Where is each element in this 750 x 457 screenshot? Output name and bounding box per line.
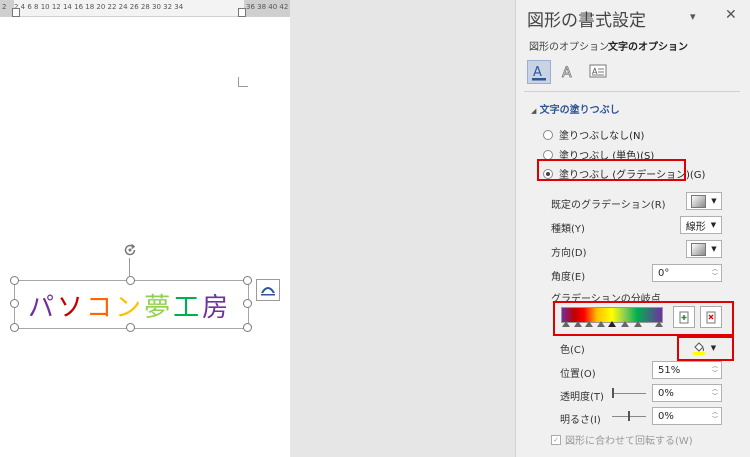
pane-options-chevron-icon[interactable]: ▾ (690, 10, 696, 23)
color-label: 色(C) (560, 345, 585, 356)
wordart-text[interactable]: パソコン夢工房 (28, 287, 231, 324)
preset-gradient-label: 既定のグラデーション(R) (551, 200, 666, 211)
checkbox-checked-disabled[interactable]: ✓ (551, 434, 561, 445)
wordart-char: コ (86, 293, 116, 323)
resize-handle-top-left[interactable] (10, 276, 19, 285)
resize-handle-bottom-left[interactable] (10, 323, 19, 332)
text-fill-outline-button[interactable]: A (527, 60, 551, 84)
close-icon[interactable]: ✕ (725, 7, 737, 23)
rotate-with-shape-label: 図形に合わせて回転する(W) (565, 436, 693, 447)
textbox-layout-icon: A (589, 64, 607, 78)
ruler-numbers: 2 4 6 8 10 12 14 16 18 20 22 24 26 28 30… (14, 3, 184, 11)
layout-properties-button[interactable]: A (587, 60, 609, 82)
direction-swatch-icon (691, 242, 707, 256)
ruler-numbers-right: 36 38 40 42 (246, 3, 289, 11)
spin-arrows-icon[interactable]: ︿ ﹀ (712, 386, 718, 400)
pane-title: 図形の書式設定 (527, 11, 646, 31)
highlight-box-color (677, 336, 734, 361)
resize-handle-left[interactable] (10, 299, 19, 308)
transparency-spinbox[interactable]: 0% ︿ ﹀ (652, 384, 722, 402)
collapse-triangle-icon: ◢ (531, 107, 537, 115)
gradient-type-dropdown[interactable]: 線形 ▼ (680, 216, 722, 234)
transparency-value: 0% (658, 387, 674, 399)
svg-text:A: A (562, 65, 572, 80)
section-title-label: 文字の塗りつぶし (539, 105, 620, 116)
spin-arrows-icon[interactable]: ︿ ﹀ (712, 409, 718, 423)
svg-text:A: A (533, 65, 542, 80)
chevron-down-icon: ▼ (710, 221, 717, 229)
document-background (290, 0, 514, 457)
type-label: 種類(Y) (551, 224, 585, 235)
angle-spinbox[interactable]: 0° ︿ ﹀ (652, 264, 722, 282)
wordart-char: ン (115, 293, 145, 323)
position-spinbox[interactable]: 51% ︿ ﹀ (652, 361, 722, 379)
tab-text-options[interactable]: 文字のオプション (608, 38, 688, 53)
layout-options-button[interactable] (256, 279, 280, 301)
transparency-label: 透明度(T) (560, 392, 604, 403)
radio-button[interactable] (543, 149, 553, 160)
highlight-box-gradient-stops (553, 301, 734, 336)
brightness-slider-thumb[interactable] (628, 411, 630, 421)
brightness-value: 0% (658, 410, 674, 422)
rotate-with-shape-checkbox[interactable]: ✓ 図形に合わせて回転する(W) (551, 432, 693, 447)
brightness-label: 明るさ(I) (560, 415, 601, 426)
ruler-indent-marker[interactable] (12, 8, 20, 17)
spin-arrows-icon[interactable]: ︿ ﹀ (712, 266, 718, 280)
ruler-right-indent-marker[interactable] (238, 8, 246, 17)
rotate-handle-icon[interactable] (122, 242, 138, 258)
transparency-slider-thumb[interactable] (612, 388, 614, 398)
wordart-char: 夢 (144, 293, 174, 323)
brightness-spinbox[interactable]: 0% ︿ ﹀ (652, 407, 722, 425)
section-text-fill-header[interactable]: ◢ 文字の塗りつぶし (531, 101, 620, 116)
highlight-box-gradient-option (537, 159, 686, 181)
text-effects-icon: A (562, 65, 573, 80)
wordart-char: 房 (202, 293, 232, 323)
direction-dropdown[interactable]: ▼ (686, 240, 722, 258)
resize-handle-top[interactable] (126, 276, 135, 285)
chevron-down-icon: ▼ (711, 197, 717, 205)
text-fill-icon: A (532, 65, 546, 81)
angle-value: 0° (658, 267, 670, 279)
tab-shape-options[interactable]: 図形のオプション (529, 38, 609, 53)
pane-divider (524, 91, 740, 92)
radio-button[interactable] (543, 129, 553, 140)
angle-label: 角度(E) (551, 272, 586, 283)
resize-handle-bottom-right[interactable] (243, 323, 252, 332)
text-effects-button[interactable]: A (557, 60, 579, 82)
direction-label: 方向(D) (551, 248, 587, 259)
resize-handle-top-right[interactable] (243, 276, 252, 285)
page-corner-mark (238, 77, 248, 87)
wordart-char: パ (28, 293, 58, 323)
position-value: 51% (658, 364, 681, 376)
type-value: 線形 (685, 221, 706, 233)
radio-no-fill[interactable]: 塗りつぶしなし(N) (543, 127, 644, 142)
wordart-char: ソ (57, 293, 87, 323)
horizontal-ruler: 2 2 4 6 8 10 12 14 16 18 20 22 24 26 28 … (0, 0, 290, 17)
spin-arrows-icon[interactable]: ︿ ﹀ (712, 363, 718, 377)
position-label: 位置(O) (560, 369, 596, 380)
resize-handle-bottom[interactable] (126, 323, 135, 332)
transparency-slider-track[interactable] (612, 393, 646, 394)
layout-options-icon (261, 287, 275, 296)
rotate-connector (129, 258, 130, 276)
chevron-down-icon: ▼ (711, 245, 717, 253)
resize-handle-right[interactable] (243, 299, 252, 308)
ruler-left-number: 2 (2, 3, 7, 11)
radio-label: 塗りつぶしなし(N) (559, 131, 645, 142)
gradient-swatch-icon (691, 194, 707, 208)
preset-gradient-dropdown[interactable]: ▼ (686, 192, 722, 210)
wordart-char: 工 (173, 293, 203, 323)
